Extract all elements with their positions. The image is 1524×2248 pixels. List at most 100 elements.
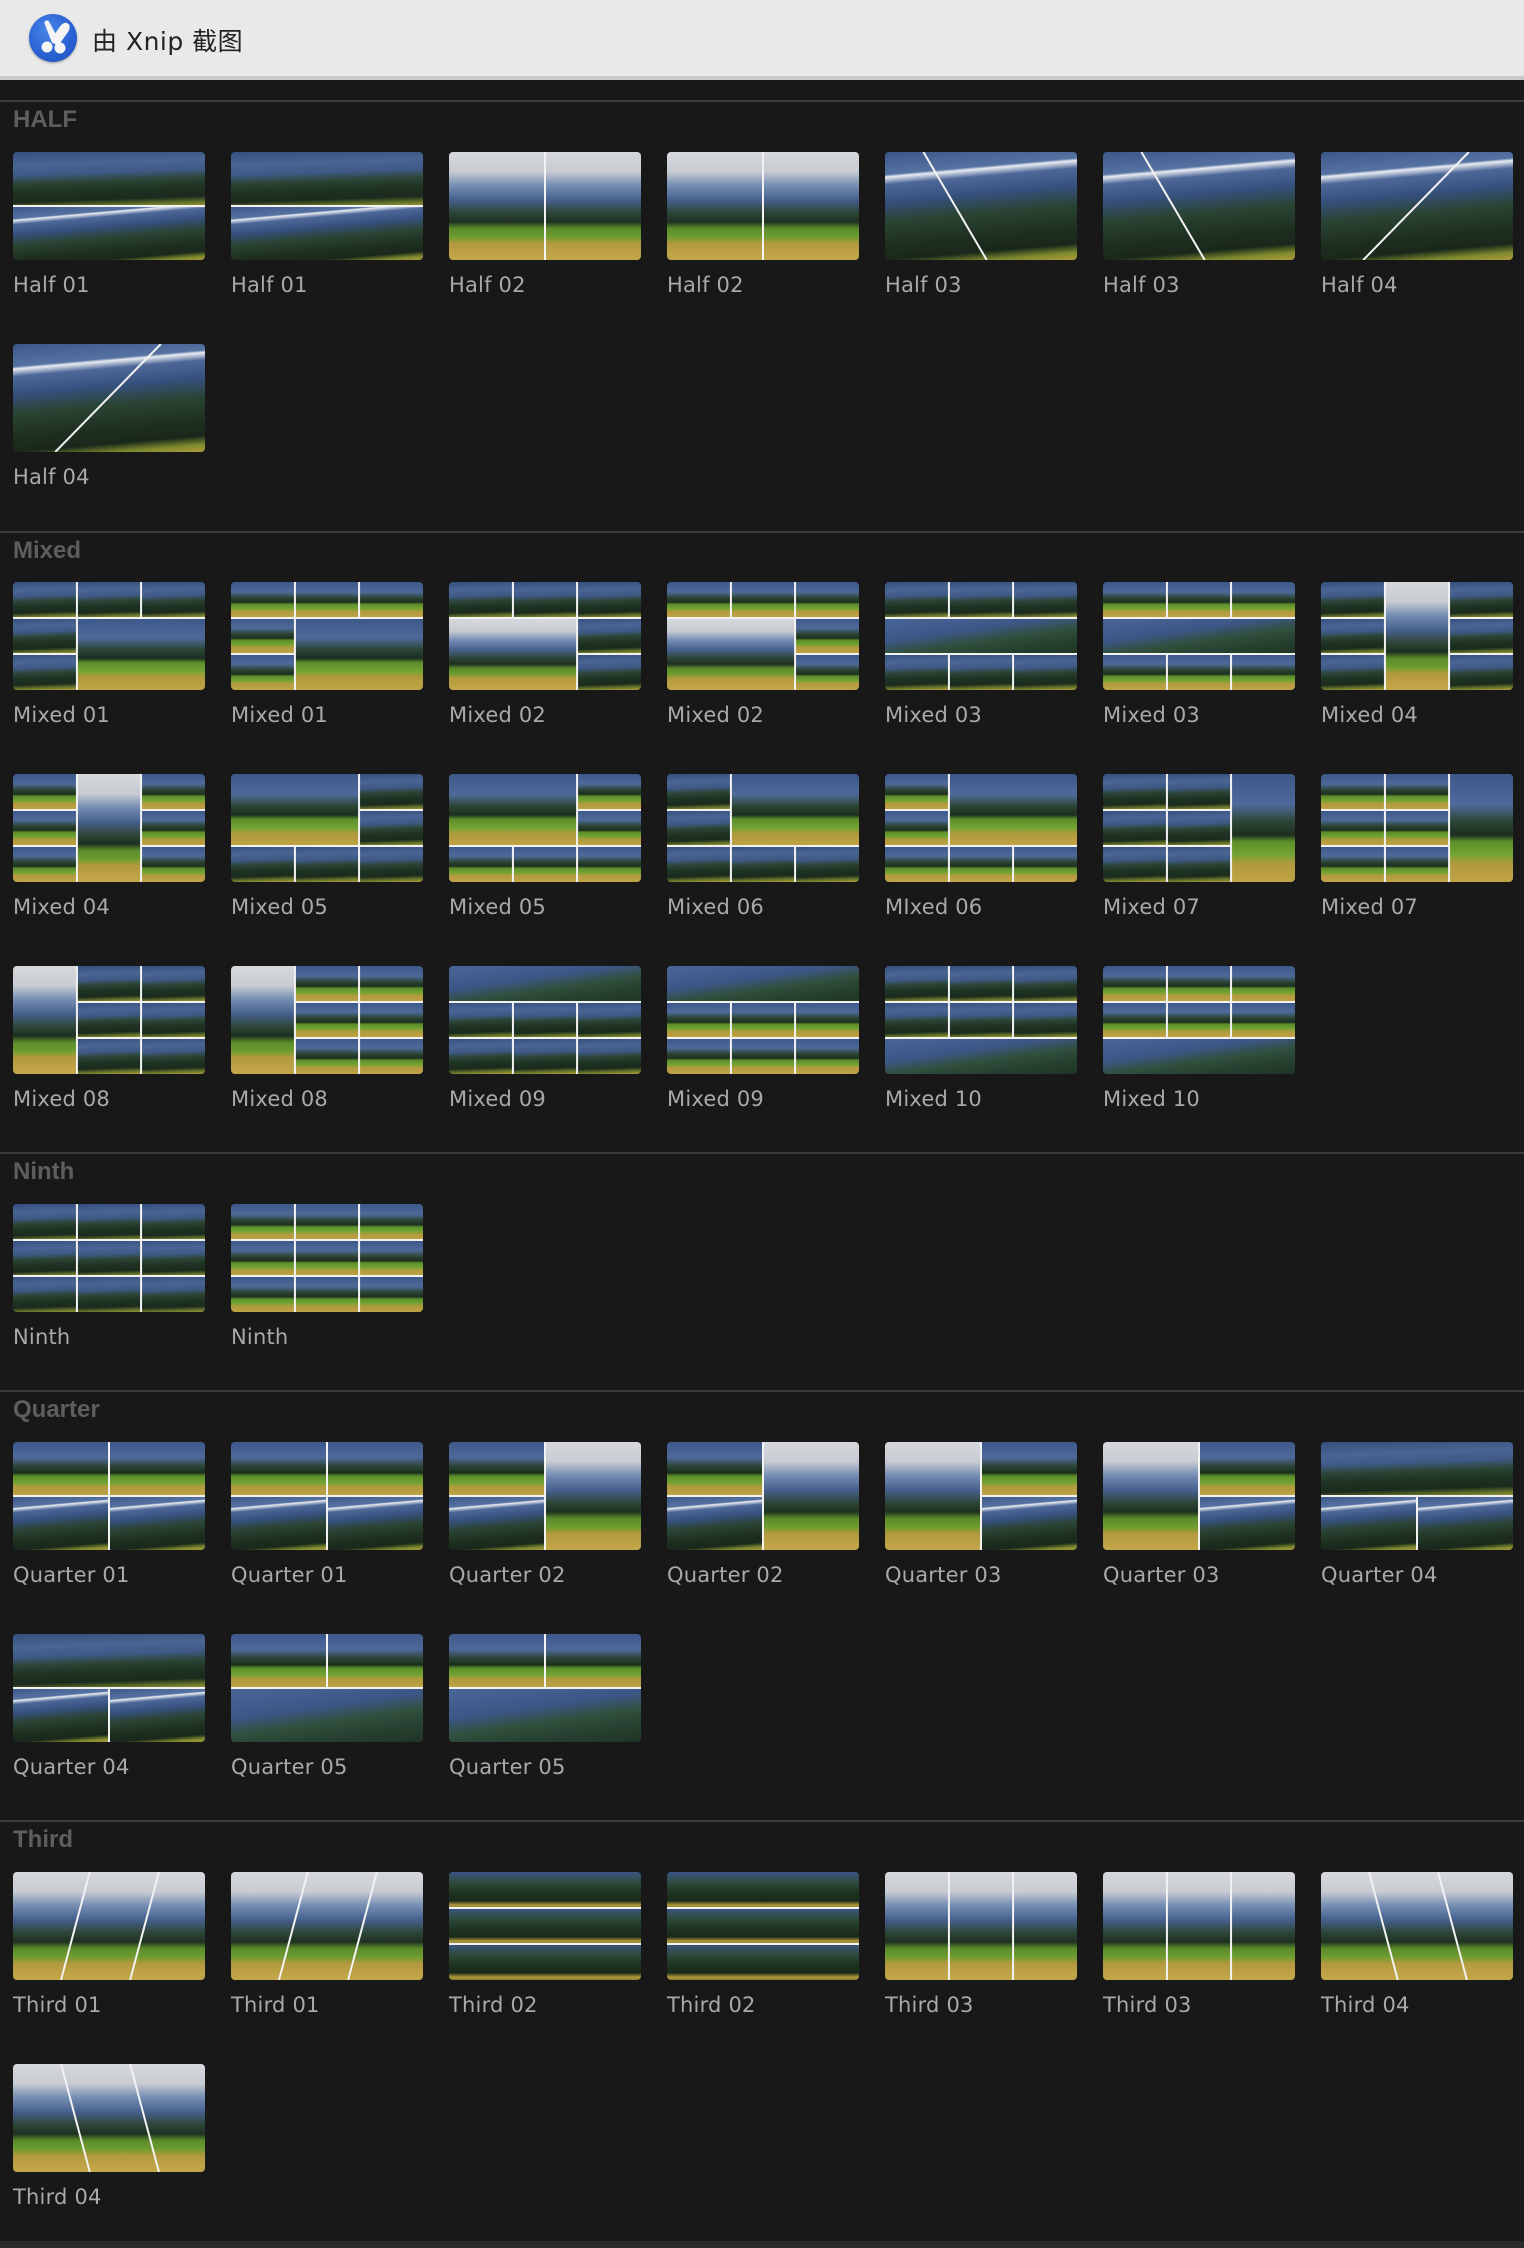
layout-thumbnail[interactable] — [13, 1634, 205, 1742]
layout-tile[interactable]: Mixed 01 — [13, 582, 205, 727]
layout-tile[interactable]: Third 01 — [13, 1872, 205, 2017]
split-lines — [980, 1442, 1077, 1550]
layout-label: Half 03 — [885, 273, 962, 297]
layout-thumbnail[interactable] — [449, 774, 641, 882]
split-lines — [885, 966, 1077, 1040]
layout-tile[interactable]: Third 04 — [1321, 1872, 1513, 2017]
layout-tile[interactable]: Half 03 — [1103, 152, 1295, 297]
layout-thumbnail[interactable] — [1103, 1442, 1295, 1550]
layout-thumbnail[interactable] — [667, 966, 859, 1074]
layout-thumbnail[interactable] — [231, 152, 423, 260]
layout-thumbnail[interactable] — [885, 1442, 1077, 1550]
layout-thumbnail[interactable] — [13, 774, 205, 882]
layout-thumbnail[interactable] — [13, 152, 205, 260]
layout-thumbnail[interactable] — [231, 1872, 423, 1980]
layout-tile[interactable]: Half 01 — [13, 152, 205, 297]
layout-tile[interactable]: Ninth — [13, 1204, 205, 1349]
layout-tile[interactable]: Third 04 — [13, 2064, 205, 2209]
layout-tile[interactable]: Mixed 09 — [449, 966, 641, 1111]
layout-tile[interactable]: Third 01 — [231, 1872, 423, 2017]
layout-tile[interactable]: Mixed 02 — [667, 582, 859, 727]
layout-thumbnail[interactable] — [1321, 152, 1513, 260]
layout-thumbnail[interactable] — [13, 1442, 205, 1550]
layout-thumbnail[interactable] — [13, 1204, 205, 1312]
layout-thumbnail[interactable] — [231, 582, 423, 690]
layout-tile[interactable]: Mixed 10 — [885, 966, 1077, 1111]
layout-thumbnail[interactable] — [449, 1442, 641, 1550]
layout-tile[interactable]: Mixed 08 — [13, 966, 205, 1111]
layout-tile[interactable]: Mixed 03 — [885, 582, 1077, 727]
layout-thumbnail[interactable] — [13, 582, 205, 690]
layout-tile[interactable]: Half 03 — [885, 152, 1077, 297]
layout-thumbnail[interactable] — [13, 966, 205, 1074]
layout-thumbnail[interactable] — [1103, 966, 1295, 1074]
layout-tile[interactable]: Quarter 03 — [885, 1442, 1077, 1587]
layout-thumbnail[interactable] — [885, 774, 1077, 882]
layout-thumbnail[interactable] — [231, 1634, 423, 1742]
layout-thumbnail[interactable] — [1321, 774, 1513, 882]
layout-thumbnail[interactable] — [1321, 1442, 1513, 1550]
layout-thumbnail[interactable] — [1321, 582, 1513, 690]
layout-thumbnail[interactable] — [885, 152, 1077, 260]
layout-thumbnail[interactable] — [667, 582, 859, 690]
layout-tile[interactable]: Quarter 04 — [1321, 1442, 1513, 1587]
layout-tile[interactable]: Mixed 02 — [449, 582, 641, 727]
layout-thumbnail[interactable] — [1103, 582, 1295, 690]
layout-tile[interactable]: Mixed 10 — [1103, 966, 1295, 1111]
layout-thumbnail[interactable] — [449, 152, 641, 260]
layout-tile[interactable]: Mixed 03 — [1103, 582, 1295, 727]
layout-tile[interactable]: Mixed 04 — [13, 774, 205, 919]
layout-thumbnail[interactable] — [1103, 152, 1295, 260]
layout-tile[interactable]: Half 02 — [449, 152, 641, 297]
layout-tile[interactable]: Quarter 01 — [231, 1442, 423, 1587]
layout-tile[interactable]: Ninth — [231, 1204, 423, 1349]
layout-tile[interactable]: Quarter 05 — [449, 1634, 641, 1779]
layout-thumbnail[interactable] — [885, 582, 1077, 690]
layout-tile[interactable]: Mixed 09 — [667, 966, 859, 1111]
layout-tile[interactable]: Mixed 07 — [1321, 774, 1513, 919]
layout-tile[interactable]: Mixed 05 — [449, 774, 641, 919]
layout-thumbnail[interactable] — [231, 1442, 423, 1550]
layout-thumbnail[interactable] — [667, 774, 859, 882]
layout-thumbnail[interactable] — [449, 1872, 641, 1980]
layout-tile[interactable]: Third 03 — [885, 1872, 1077, 2017]
layout-thumbnail[interactable] — [13, 1872, 205, 1980]
layout-tile[interactable]: Half 04 — [1321, 152, 1513, 297]
layout-tile[interactable]: Mixed 04 — [1321, 582, 1513, 727]
layout-tile[interactable]: Quarter 05 — [231, 1634, 423, 1779]
layout-thumbnail[interactable] — [449, 1634, 641, 1742]
layout-tile[interactable]: Mixed 05 — [231, 774, 423, 919]
layout-tile[interactable]: Mixed 08 — [231, 966, 423, 1111]
layout-thumbnail[interactable] — [449, 966, 641, 1074]
layout-tile[interactable]: Third 02 — [667, 1872, 859, 2017]
layout-tile[interactable]: Third 03 — [1103, 1872, 1295, 2017]
layout-tile[interactable]: Quarter 01 — [13, 1442, 205, 1587]
layout-tile[interactable]: Mixed 07 — [1103, 774, 1295, 919]
layout-thumbnail[interactable] — [231, 774, 423, 882]
layout-tile[interactable]: MIxed 06 — [885, 774, 1077, 919]
layout-thumbnail[interactable] — [13, 344, 205, 452]
layout-tile[interactable]: Mixed 06 — [667, 774, 859, 919]
split-lines — [922, 152, 988, 260]
layout-thumbnail[interactable] — [231, 1204, 423, 1312]
layout-tile[interactable]: Half 01 — [231, 152, 423, 297]
layout-tile[interactable]: Quarter 02 — [667, 1442, 859, 1587]
layout-thumbnail[interactable] — [1321, 1872, 1513, 1980]
layout-thumbnail[interactable] — [667, 152, 859, 260]
layout-tile[interactable]: Quarter 04 — [13, 1634, 205, 1779]
layout-thumbnail[interactable] — [231, 966, 423, 1074]
layout-thumbnail[interactable] — [1103, 1872, 1295, 1980]
layout-tile[interactable]: Half 04 — [13, 344, 205, 489]
layout-thumbnail[interactable] — [1103, 774, 1295, 882]
layout-thumbnail[interactable] — [449, 582, 641, 690]
layout-tile[interactable]: Third 02 — [449, 1872, 641, 2017]
layout-tile[interactable]: Quarter 02 — [449, 1442, 641, 1587]
layout-tile[interactable]: Half 02 — [667, 152, 859, 297]
layout-thumbnail[interactable] — [13, 2064, 205, 2172]
layout-thumbnail[interactable] — [667, 1872, 859, 1980]
layout-thumbnail[interactable] — [667, 1442, 859, 1550]
layout-tile[interactable]: Mixed 01 — [231, 582, 423, 727]
layout-thumbnail[interactable] — [885, 966, 1077, 1074]
layout-tile[interactable]: Quarter 03 — [1103, 1442, 1295, 1587]
layout-thumbnail[interactable] — [885, 1872, 1077, 1980]
